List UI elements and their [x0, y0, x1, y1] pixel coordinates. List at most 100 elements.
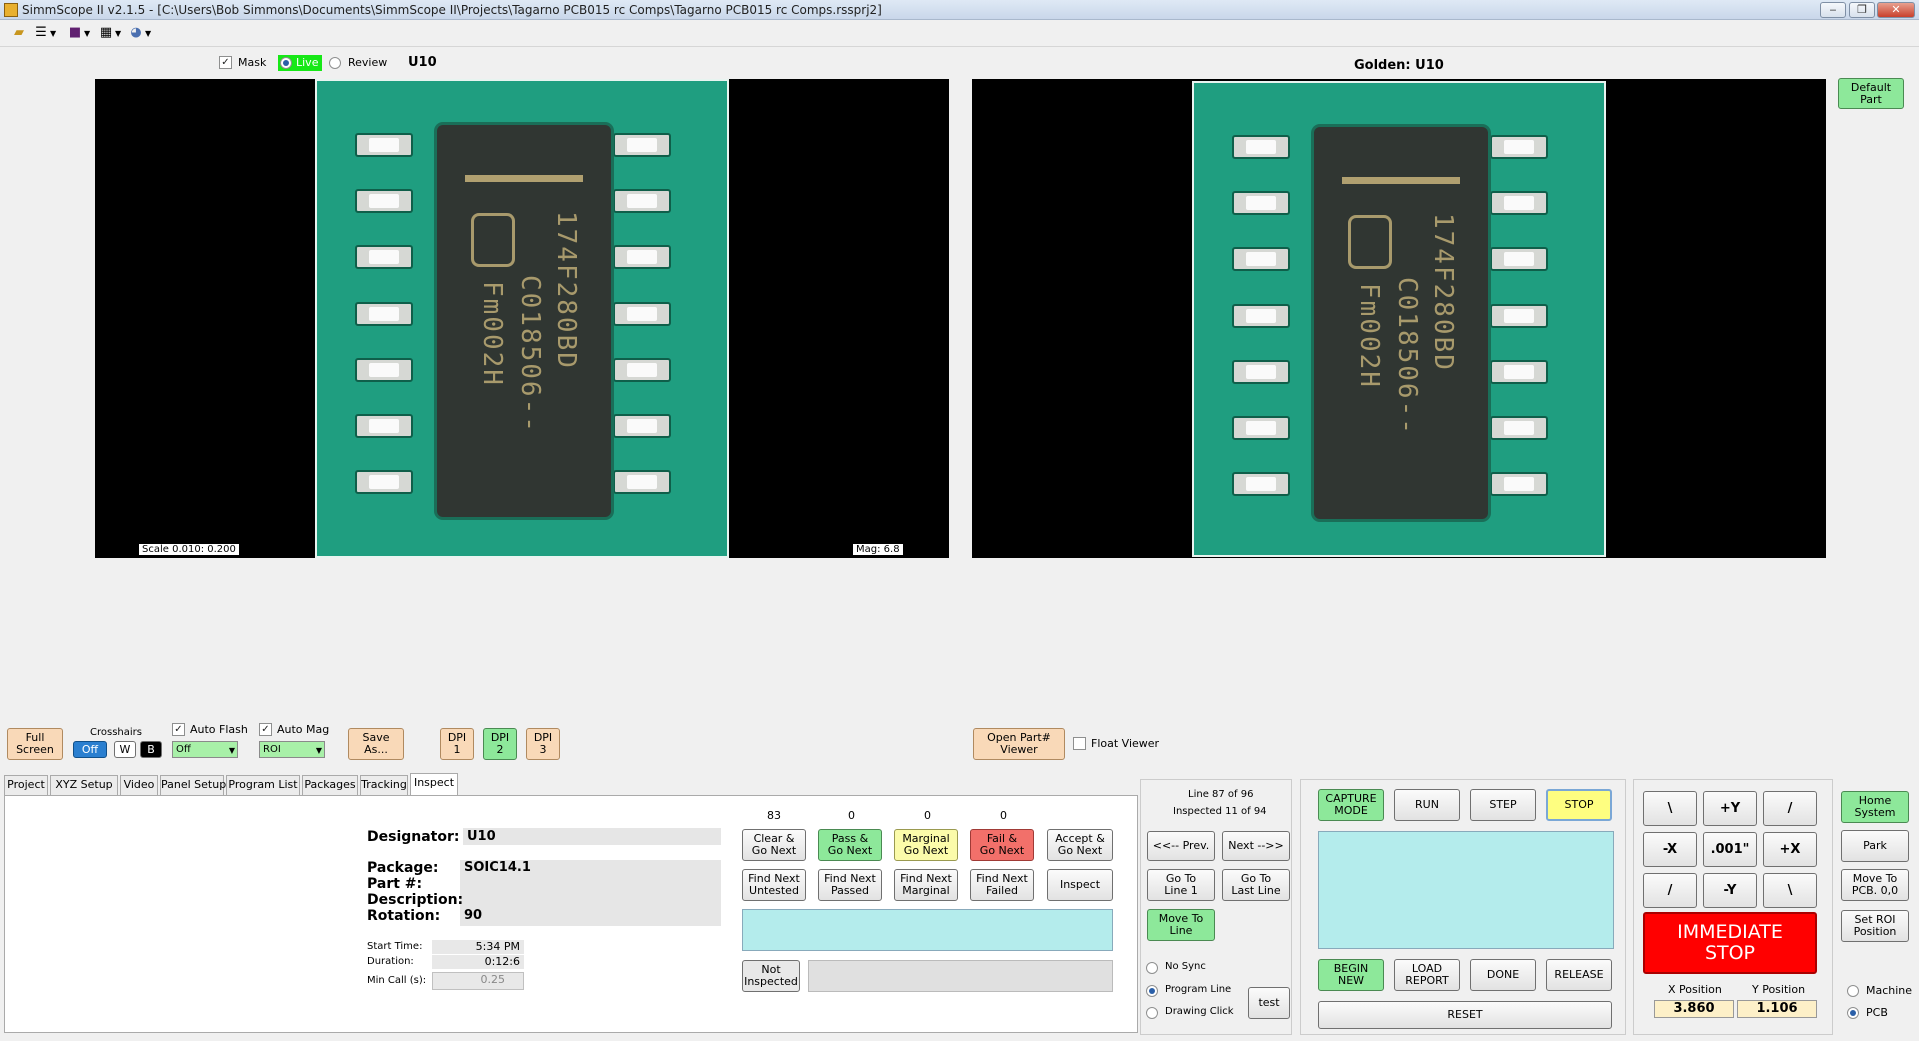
find-next-marginal-button[interactable]: Find Next Marginal — [894, 869, 958, 901]
fail-go-next-button[interactable]: Fail & Go Next — [970, 829, 1034, 861]
tab-video[interactable]: Video — [120, 775, 158, 795]
folder-open-icon[interactable]: ▰ — [10, 25, 28, 41]
jog-plus-y-button[interactable]: +Y — [1703, 791, 1757, 826]
tab-packages[interactable]: Packages — [302, 775, 358, 795]
tab-tracking[interactable]: Tracking — [360, 775, 408, 795]
duration-value: 0:12:6 — [432, 955, 524, 969]
tab-program-list[interactable]: Program List — [226, 775, 300, 795]
min-call-stepper[interactable]: 0.25 — [432, 972, 524, 990]
begin-new-button[interactable]: BEGIN NEW — [1318, 959, 1384, 991]
camera-icon[interactable]: ■ — [66, 25, 84, 41]
release-button[interactable]: RELEASE — [1546, 959, 1612, 991]
package-label: Package: — [367, 860, 439, 876]
capture-mode-button[interactable]: CAPTURE MODE — [1318, 789, 1384, 821]
default-part-button[interactable]: Default Part — [1838, 78, 1904, 109]
find-next-passed-button[interactable]: Find Next Passed — [818, 869, 882, 901]
restore-button[interactable]: ❐ — [1849, 2, 1875, 18]
jog-southwest-button[interactable]: / — [1643, 873, 1697, 908]
crosshairs-white-button[interactable]: W — [114, 741, 136, 758]
accept-go-next-button[interactable]: Accept & Go Next — [1047, 829, 1113, 861]
golden-camera-view[interactable]: 174F280BD C018506-- Fm002H — [972, 79, 1826, 558]
live-radio[interactable] — [280, 57, 292, 69]
run-button[interactable]: RUN — [1394, 789, 1460, 821]
globe-icon[interactable]: ◕ — [127, 25, 145, 41]
jog-step-size-button[interactable]: .001" — [1703, 832, 1757, 867]
dpi-1-button[interactable]: DPI 1 — [440, 728, 474, 760]
drawing-click-radio[interactable] — [1146, 1007, 1158, 1019]
auto-flash-select[interactable]: Off — [172, 741, 238, 758]
jog-northwest-button[interactable]: \ — [1643, 791, 1697, 826]
clear-go-next-button[interactable]: Clear & Go Next — [742, 829, 806, 861]
y-position-value: 1.106 — [1737, 1000, 1817, 1018]
jog-minus-y-button[interactable]: -Y — [1703, 873, 1757, 908]
reset-button[interactable]: RESET — [1318, 1001, 1612, 1029]
chevron-down-icon[interactable]: ▼ — [115, 29, 121, 38]
toolbar: ▰ ☰ ▼ ■ ▼ ▦ ▼ ◕ ▼ — [0, 21, 1919, 47]
pad — [613, 470, 671, 494]
chevron-down-icon[interactable]: ▼ — [50, 29, 56, 38]
checklist-icon[interactable]: ☰ — [32, 25, 50, 41]
next-line-button[interactable]: Next -->> — [1222, 831, 1290, 861]
pad — [613, 245, 671, 269]
inspect-button[interactable]: Inspect — [1047, 869, 1113, 901]
move-to-pcb-origin-button[interactable]: Move To PCB. 0,0 — [1841, 869, 1909, 901]
jog-plus-x-button[interactable]: +X — [1763, 832, 1817, 867]
dpi-3-button[interactable]: DPI 3 — [526, 728, 560, 760]
review-radio[interactable] — [329, 57, 341, 69]
failed-count: 0 — [1000, 809, 1007, 822]
no-sync-radio[interactable] — [1146, 962, 1158, 974]
golden-pcb-image: 174F280BD C018506-- Fm002H — [1192, 81, 1606, 557]
test-button[interactable]: test — [1248, 987, 1290, 1019]
dpi-2-button[interactable]: DPI 2 — [483, 728, 517, 760]
chevron-down-icon[interactable]: ▼ — [145, 29, 151, 38]
auto-mag-checkbox[interactable]: ✓ — [259, 723, 272, 736]
pass-go-next-button[interactable]: Pass & Go Next — [818, 829, 882, 861]
crosshairs-black-button[interactable]: B — [140, 741, 162, 758]
jog-minus-x-button[interactable]: -X — [1643, 832, 1697, 867]
pad — [613, 189, 671, 213]
tab-inspect[interactable]: Inspect — [410, 773, 458, 796]
park-button[interactable]: Park — [1841, 830, 1909, 862]
pcb-radio[interactable] — [1847, 1007, 1859, 1019]
chevron-down-icon[interactable]: ▼ — [84, 29, 90, 38]
find-next-failed-button[interactable]: Find Next Failed — [970, 869, 1034, 901]
marginal-go-next-button[interactable]: Marginal Go Next — [894, 829, 958, 861]
prev-line-button[interactable]: <<-- Prev. — [1147, 831, 1215, 861]
crosshairs-off-button[interactable]: Off — [73, 741, 107, 758]
set-roi-position-button[interactable]: Set ROI Position — [1841, 910, 1909, 942]
step-button[interactable]: STEP — [1470, 789, 1536, 821]
mask-checkbox[interactable]: ✓ — [219, 56, 232, 69]
auto-mag-select[interactable]: ROI — [259, 741, 325, 758]
open-part-viewer-button[interactable]: Open Part# Viewer — [973, 728, 1065, 760]
stop-button[interactable]: STOP — [1546, 789, 1612, 821]
float-viewer-checkbox[interactable] — [1073, 737, 1086, 750]
jog-southeast-button[interactable]: \ — [1763, 873, 1817, 908]
move-to-line-button[interactable]: Move To Line — [1147, 909, 1215, 941]
tab-project[interactable]: Project — [4, 775, 48, 795]
go-to-line-1-button[interactable]: Go To Line 1 — [1147, 869, 1215, 901]
load-report-button[interactable]: LOAD REPORT — [1394, 959, 1460, 991]
auto-flash-label: Auto Flash — [190, 723, 248, 736]
tab-xyz-setup[interactable]: XYZ Setup — [50, 775, 118, 795]
full-screen-button[interactable]: Full Screen — [7, 728, 63, 760]
live-camera-view[interactable]: 174F280BD C018506-- Fm002H Scale 0.010: … — [95, 79, 949, 558]
live-radio-group[interactable]: Live — [278, 55, 322, 71]
status-message-field — [808, 960, 1113, 992]
immediate-stop-button[interactable]: IMMEDIATE STOP — [1643, 912, 1817, 974]
home-system-button[interactable]: Home System — [1841, 791, 1909, 823]
chip-marking-3: Fm002H — [477, 281, 507, 387]
minimize-button[interactable]: ‒ — [1820, 2, 1846, 18]
go-to-last-line-button[interactable]: Go To Last Line — [1222, 869, 1290, 901]
program-line-radio[interactable] — [1146, 985, 1158, 997]
auto-flash-checkbox[interactable]: ✓ — [172, 723, 185, 736]
tab-panel-setup[interactable]: Panel Setup — [160, 775, 226, 795]
done-button[interactable]: DONE — [1470, 959, 1536, 991]
jog-northeast-button[interactable]: / — [1763, 791, 1817, 826]
machine-radio[interactable] — [1847, 985, 1859, 997]
save-as-button[interactable]: Save As... — [348, 728, 404, 760]
find-next-untested-button[interactable]: Find Next Untested — [742, 869, 806, 901]
close-button[interactable]: ✕ — [1877, 2, 1915, 18]
inspect-notes-area[interactable] — [742, 909, 1113, 951]
grid-icon[interactable]: ▦ — [97, 25, 115, 41]
start-time-value: 5:34 PM — [432, 940, 524, 954]
